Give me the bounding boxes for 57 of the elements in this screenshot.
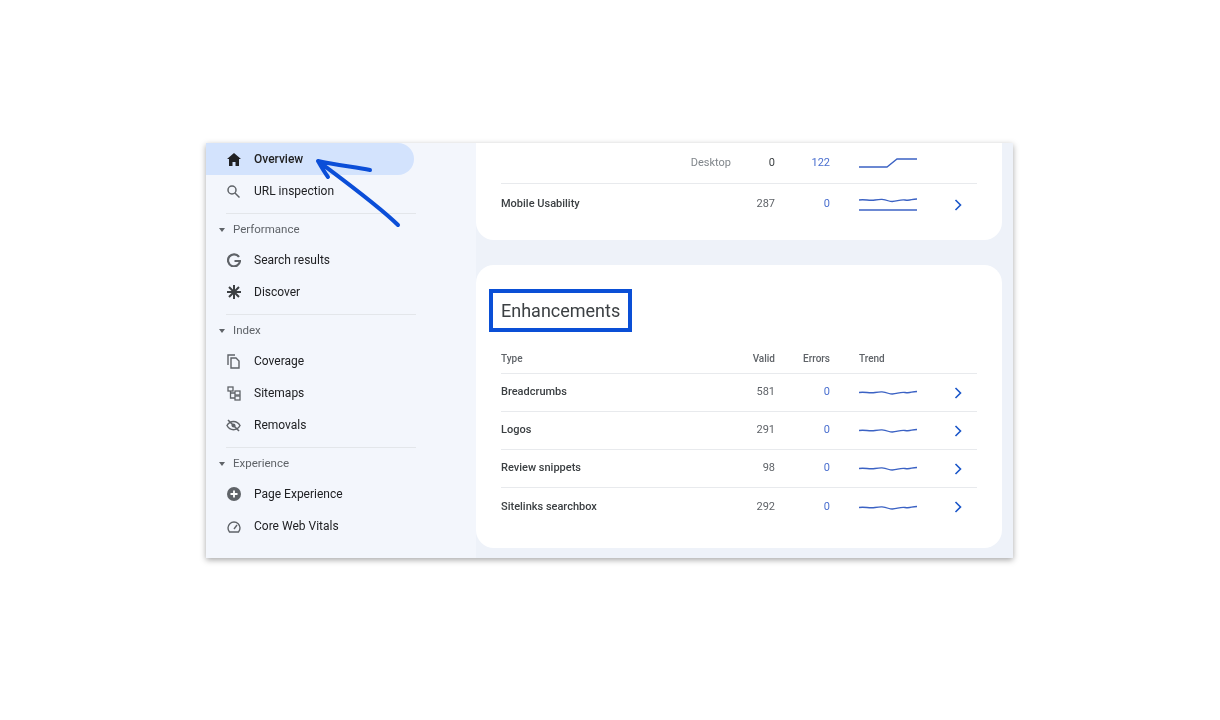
caret-icon <box>219 329 225 333</box>
chevron-right-icon[interactable] <box>954 386 962 399</box>
nav-item[interactable]: Page Experience <box>206 478 414 510</box>
caret-icon <box>219 228 225 232</box>
section-header[interactable]: Index <box>206 321 476 341</box>
trend-sparkline <box>859 158 917 168</box>
nav-item[interactable]: URL inspection <box>206 175 414 207</box>
errors-cell-text: 0 <box>822 460 830 477</box>
valid-cell-text: 98 <box>761 460 775 477</box>
nav-item[interactable]: Sitemaps <box>206 377 414 409</box>
type-cell-text: Breadcrumbs <box>501 384 568 401</box>
section-header[interactable]: Performance <box>206 220 476 240</box>
valid-cell-text: 287 <box>755 196 775 213</box>
type-cell-text: Review snippets <box>501 460 582 477</box>
copy-pages-icon <box>227 353 240 369</box>
sitemap-icon <box>226 385 241 401</box>
chevron-right-icon[interactable] <box>954 501 962 513</box>
chevron-right-icon[interactable] <box>954 424 962 437</box>
type-cell-text: Logos <box>501 422 533 439</box>
nav-item[interactable]: Removals <box>206 409 414 441</box>
column-header: Errors <box>802 352 830 366</box>
nav-item[interactable]: Overview <box>206 143 414 175</box>
type-cell-text: Mobile Usability <box>501 196 581 213</box>
chevron-right-icon[interactable] <box>954 462 962 475</box>
errors-cell-text: 0 <box>822 384 830 401</box>
errors-cell-text: 0 <box>822 422 830 439</box>
section-header[interactable]: Experience <box>206 454 476 474</box>
errors-cell-text: 122 <box>810 154 830 171</box>
nav-item[interactable]: Core Web Vitals <box>206 510 414 542</box>
trend-sparkline <box>859 390 917 395</box>
type-cell-text: Sitelinks searchbox <box>501 498 598 515</box>
search-icon <box>227 184 240 198</box>
column-header: Type <box>501 352 524 366</box>
trend-sparkline <box>859 198 917 211</box>
chevron-right-icon[interactable] <box>954 198 962 211</box>
nav-item[interactable]: Discover <box>206 276 414 308</box>
valid-cell-text: 581 <box>755 384 775 401</box>
errors-cell-text: 0 <box>822 498 830 515</box>
caret-icon <box>219 462 225 466</box>
trend-sparkline <box>859 504 917 510</box>
home-icon <box>226 152 241 166</box>
nav-item[interactable]: Search results <box>206 244 414 276</box>
errors-cell-text: 0 <box>822 196 830 213</box>
nav-item[interactable]: Coverage <box>206 345 414 377</box>
asterisk-icon <box>226 285 241 299</box>
g-letter-icon <box>226 253 241 267</box>
trend-sparkline <box>859 466 917 471</box>
column-header: Valid <box>751 352 775 366</box>
trend-sparkline <box>859 428 917 433</box>
eye-slash-icon <box>226 418 241 432</box>
plus-circle-icon <box>226 487 241 501</box>
valid-cell-text: 292 <box>755 498 775 515</box>
row-label: Desktop <box>689 154 731 171</box>
column-header: Trend <box>858 352 886 366</box>
valid-cell-text: 291 <box>755 422 775 439</box>
gauge-icon <box>226 519 241 533</box>
section-title: Enhancements <box>489 289 633 332</box>
